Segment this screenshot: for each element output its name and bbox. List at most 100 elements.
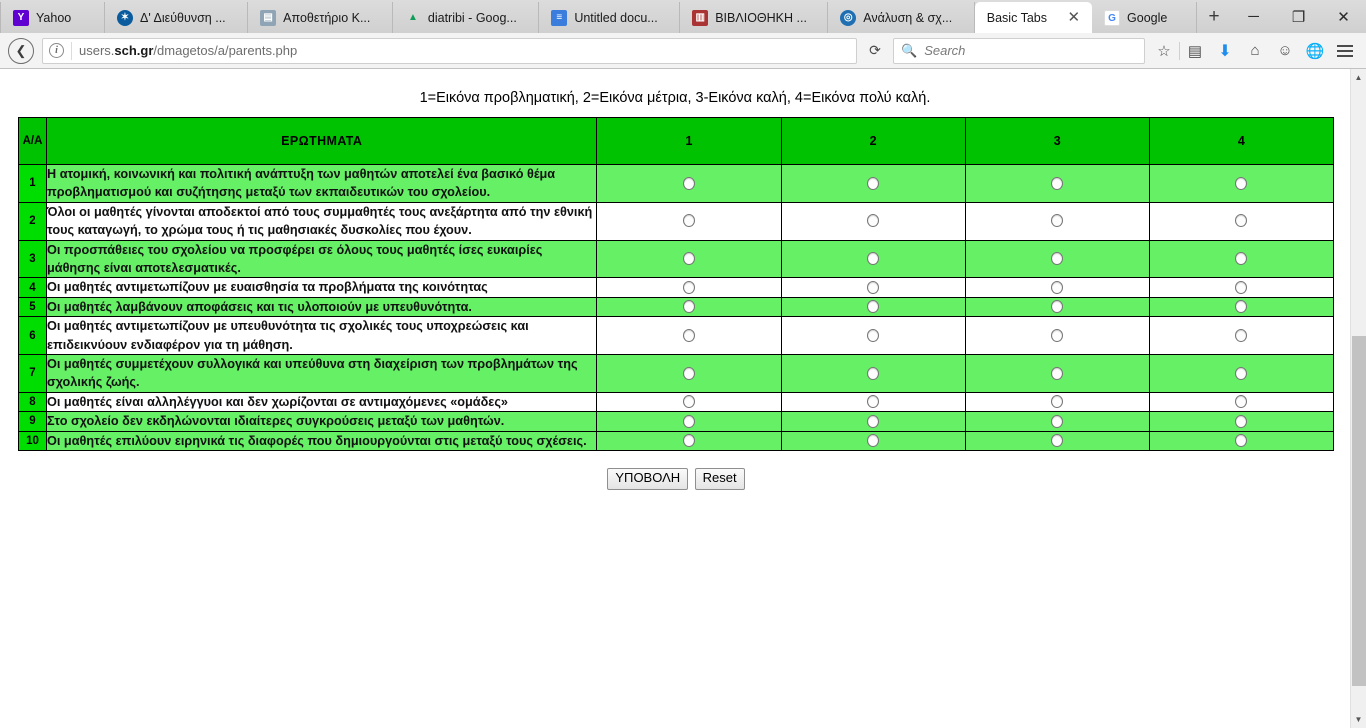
scroll-down-icon[interactable]: ▼ <box>1351 711 1366 728</box>
radio-cell-1[interactable] <box>596 277 782 298</box>
radio-cell-3[interactable] <box>964 277 1150 298</box>
radio-q8-4[interactable] <box>1235 395 1248 409</box>
radio-cell-1[interactable] <box>596 164 782 203</box>
radio-q9-4[interactable] <box>1235 414 1248 428</box>
radio-q6-4[interactable] <box>1235 328 1248 342</box>
radio-cell-3[interactable] <box>964 164 1150 203</box>
radio-cell-2[interactable] <box>780 391 966 413</box>
new-tab-button[interactable]: + <box>1197 0 1231 33</box>
back-button[interactable]: ❮ <box>6 37 36 65</box>
radio-cell-4[interactable] <box>1148 277 1335 298</box>
radio-q4-2[interactable] <box>867 280 880 294</box>
radio-cell-2[interactable] <box>780 239 966 279</box>
radio-q7-3[interactable] <box>1051 366 1064 380</box>
search-bar[interactable]: 🔍 Search <box>893 37 1145 64</box>
radio-q1-1[interactable] <box>682 176 695 190</box>
radio-q4-4[interactable] <box>1235 280 1248 294</box>
library-icon[interactable]: ▤ <box>1180 37 1210 65</box>
radio-q8-3[interactable] <box>1051 395 1064 409</box>
radio-cell-2[interactable] <box>780 354 966 393</box>
browser-tab-drive[interactable]: ▲ diatribi - Goog... <box>393 2 540 33</box>
bookmark-star-icon[interactable]: ☆ <box>1149 37 1179 65</box>
submit-button[interactable]: ΥΠΟΒΟΛΗ <box>607 468 689 491</box>
sync-account-icon[interactable]: ☺ <box>1270 37 1300 65</box>
radio-q6-2[interactable] <box>867 328 880 342</box>
home-icon[interactable]: ⌂ <box>1240 37 1270 65</box>
radio-cell-1[interactable] <box>596 296 782 318</box>
radio-cell-2[interactable] <box>780 164 966 203</box>
radio-cell-1[interactable] <box>596 201 782 241</box>
radio-cell-4[interactable] <box>1148 201 1335 241</box>
radio-cell-2[interactable] <box>780 277 966 298</box>
radio-q3-3[interactable] <box>1051 252 1064 266</box>
radio-cell-2[interactable] <box>780 296 966 318</box>
radio-q9-2[interactable] <box>867 414 880 428</box>
radio-cell-4[interactable] <box>1148 164 1335 203</box>
radio-q1-3[interactable] <box>1051 176 1064 190</box>
browser-tab-repository[interactable]: ▤ Αποθετήριο Κ... <box>248 2 393 33</box>
radio-cell-3[interactable] <box>964 201 1150 241</box>
radio-cell-4[interactable] <box>1148 411 1335 432</box>
pocket-icon[interactable]: 🌐 <box>1300 37 1330 65</box>
radio-q3-2[interactable] <box>867 252 880 266</box>
radio-cell-1[interactable] <box>596 354 782 393</box>
radio-cell-1[interactable] <box>596 391 782 413</box>
close-icon[interactable]: ✕ <box>1065 10 1082 25</box>
radio-q7-4[interactable] <box>1235 366 1248 380</box>
scroll-up-icon[interactable]: ▲ <box>1351 69 1366 86</box>
radio-q2-4[interactable] <box>1235 214 1248 228</box>
maximize-button[interactable]: ❐ <box>1276 0 1321 33</box>
radio-cell-3[interactable] <box>964 391 1150 413</box>
browser-tab-analysis[interactable]: ◎ Ανάλυση & σχ... <box>828 2 975 33</box>
radio-cell-4[interactable] <box>1148 430 1335 452</box>
radio-cell-3[interactable] <box>964 316 1150 356</box>
radio-cell-4[interactable] <box>1148 239 1335 279</box>
menu-icon[interactable] <box>1330 37 1360 65</box>
browser-tab-yahoo[interactable]: Y Yahoo <box>0 2 105 33</box>
browser-tab-directorate[interactable]: ✶ Δ' Διεύθυνση ... <box>105 2 249 33</box>
radio-q5-1[interactable] <box>682 300 695 314</box>
radio-q4-3[interactable] <box>1051 280 1064 294</box>
radio-cell-4[interactable] <box>1148 316 1335 356</box>
radio-cell-4[interactable] <box>1148 391 1335 413</box>
radio-cell-3[interactable] <box>964 239 1150 279</box>
radio-q8-2[interactable] <box>867 395 880 409</box>
radio-q7-1[interactable] <box>682 366 695 380</box>
radio-q5-2[interactable] <box>867 300 880 314</box>
radio-cell-4[interactable] <box>1148 354 1335 393</box>
radio-q7-2[interactable] <box>867 366 880 380</box>
radio-q2-2[interactable] <box>867 214 880 228</box>
scrollbar-thumb[interactable] <box>1352 336 1366 686</box>
radio-cell-3[interactable] <box>964 430 1150 452</box>
radio-cell-1[interactable] <box>596 316 782 356</box>
reset-button[interactable]: Reset <box>694 468 745 491</box>
radio-q1-2[interactable] <box>867 176 880 190</box>
browser-tab-docs[interactable]: ≡ Untitled docu... <box>539 2 681 33</box>
browser-tab-basic-tabs[interactable]: Basic Tabs ✕ <box>974 2 1093 33</box>
radio-q9-3[interactable] <box>1051 414 1064 428</box>
url-bar[interactable]: i users.sch.gr/dmagetos/a/parents.php <box>42 37 857 64</box>
radio-q3-1[interactable] <box>682 252 695 266</box>
radio-q9-1[interactable] <box>682 414 695 428</box>
radio-cell-1[interactable] <box>596 430 782 452</box>
radio-cell-1[interactable] <box>596 411 782 432</box>
page-scrollbar[interactable]: ▲ ▼ <box>1350 69 1366 728</box>
radio-cell-2[interactable] <box>780 201 966 241</box>
site-info-icon[interactable]: i <box>49 43 64 58</box>
radio-cell-2[interactable] <box>780 411 966 432</box>
reload-button[interactable]: ⟳ <box>861 38 889 64</box>
radio-q10-1[interactable] <box>682 434 695 448</box>
radio-q5-4[interactable] <box>1235 300 1248 314</box>
scrollbar-track[interactable] <box>1351 86 1366 711</box>
radio-q10-2[interactable] <box>867 434 880 448</box>
radio-q4-1[interactable] <box>682 280 695 294</box>
radio-cell-2[interactable] <box>780 430 966 452</box>
radio-q6-3[interactable] <box>1051 328 1064 342</box>
radio-cell-3[interactable] <box>964 354 1150 393</box>
downloads-icon[interactable]: ⬇ <box>1210 37 1240 65</box>
radio-cell-1[interactable] <box>596 239 782 279</box>
radio-q6-1[interactable] <box>682 328 695 342</box>
radio-q10-4[interactable] <box>1235 434 1248 448</box>
radio-cell-2[interactable] <box>780 316 966 356</box>
minimize-button[interactable]: ─ <box>1231 0 1276 33</box>
